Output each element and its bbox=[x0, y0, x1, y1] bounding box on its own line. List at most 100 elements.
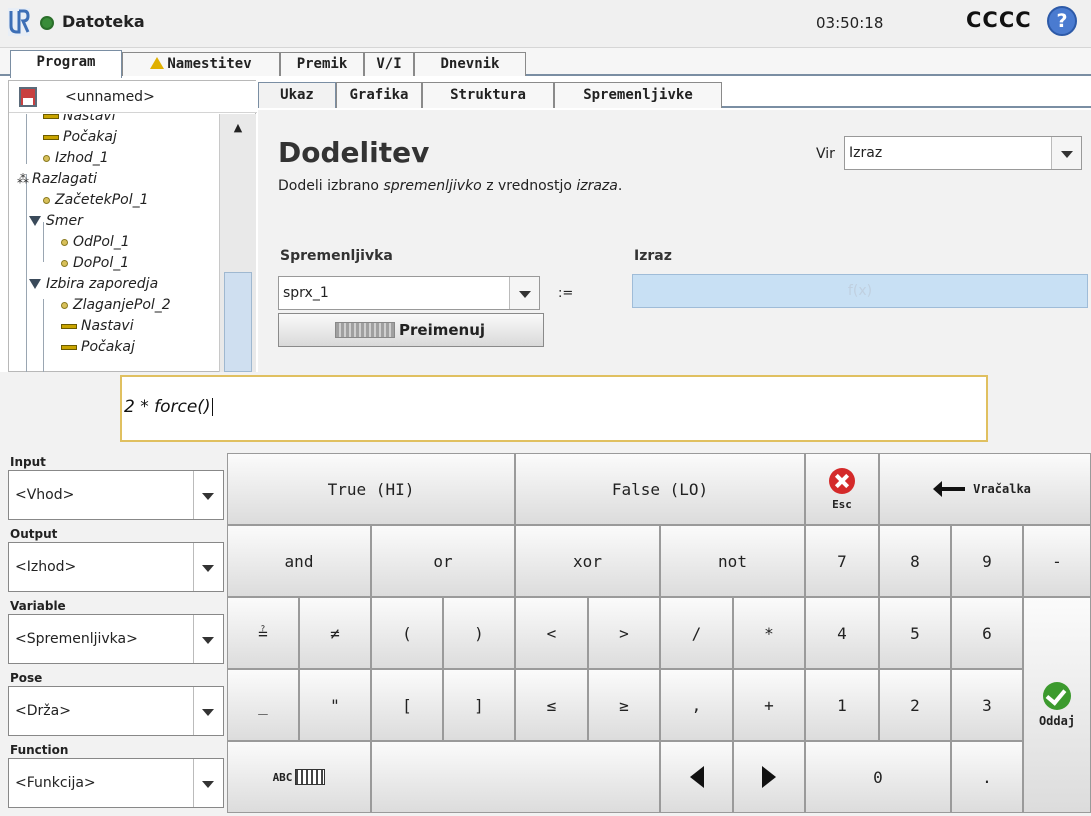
false-key[interactable]: False (LO) bbox=[515, 453, 805, 525]
right-paren-key[interactable]: ) bbox=[443, 597, 515, 669]
esc-key[interactable]: Esc bbox=[805, 453, 879, 525]
cursor-right-key[interactable] bbox=[733, 741, 805, 813]
submit-key[interactable]: Oddaj bbox=[1023, 597, 1091, 813]
greater-than-key[interactable]: > bbox=[588, 597, 660, 669]
tree-item-label: Nastavi bbox=[81, 318, 134, 334]
chevron-down-icon[interactable] bbox=[1051, 137, 1081, 169]
input-select[interactable]: <Vhod> bbox=[8, 470, 224, 520]
save-icon[interactable] bbox=[19, 87, 37, 107]
tree-item-wait[interactable]: Počakaj bbox=[43, 129, 117, 150]
right-bracket-key[interactable]: ] bbox=[443, 669, 515, 741]
greater-equal-key[interactable]: ≥ bbox=[588, 669, 660, 741]
tab-variables[interactable]: Spremenljivke bbox=[554, 82, 722, 108]
left-bracket-key[interactable]: [ bbox=[371, 669, 443, 741]
key-1[interactable]: 1 bbox=[805, 669, 879, 741]
tree-item-waypoint[interactable]: Izhod_1 bbox=[43, 150, 109, 171]
tree-item-start-pos[interactable]: ZačetekPol_1 bbox=[43, 192, 149, 213]
chevron-down-icon[interactable] bbox=[193, 543, 223, 591]
tree-item-from-pos[interactable]: OdPol_1 bbox=[61, 234, 130, 255]
tab-io[interactable]: V/I bbox=[364, 52, 414, 76]
tab-log[interactable]: Dnevnik bbox=[414, 52, 526, 76]
key-9[interactable]: 9 bbox=[951, 525, 1023, 597]
tab-structure[interactable]: Struktura bbox=[422, 82, 554, 108]
function-select[interactable]: <Funkcija> bbox=[8, 758, 224, 808]
underscore-key[interactable]: _ bbox=[227, 669, 299, 741]
source-select[interactable]: Izraz bbox=[844, 136, 1082, 170]
submit-label: Oddaj bbox=[1038, 714, 1076, 728]
left-paren-key[interactable]: ( bbox=[371, 597, 443, 669]
tab-command[interactable]: Ukaz bbox=[258, 82, 336, 108]
dot-key[interactable]: . bbox=[951, 741, 1023, 813]
expression-field[interactable]: f(x) bbox=[632, 274, 1088, 308]
chevron-down-icon[interactable] bbox=[193, 615, 223, 663]
rename-button[interactable]: Preimenuj bbox=[278, 313, 544, 347]
key-3[interactable]: 3 bbox=[951, 669, 1023, 741]
backspace-key[interactable]: Vračalka bbox=[879, 453, 1091, 525]
expression-editor: 2 * force() Input <Vhod> Output <Izhod> … bbox=[0, 372, 1091, 816]
file-menu[interactable]: Datoteka bbox=[62, 12, 145, 31]
tree-item-label: DoPol_1 bbox=[73, 255, 130, 271]
input-select-value: <Vhod> bbox=[15, 487, 75, 503]
less-equal-key[interactable]: ≤ bbox=[515, 669, 588, 741]
comma-key[interactable]: , bbox=[660, 669, 733, 741]
keyboard-icon bbox=[335, 322, 395, 338]
pose-select[interactable]: <Drža> bbox=[8, 686, 224, 736]
close-icon bbox=[829, 467, 855, 494]
key-0[interactable]: 0 bbox=[805, 741, 951, 813]
tree-item-stack-pos[interactable]: ZlaganjePol_2 bbox=[61, 297, 171, 318]
tree-item-set[interactable]: Nastavi bbox=[61, 318, 134, 339]
cursor-left-key[interactable] bbox=[660, 741, 733, 813]
chevron-down-icon[interactable] bbox=[193, 471, 223, 519]
key-7[interactable]: 7 bbox=[805, 525, 879, 597]
not-equal-key[interactable]: ≠ bbox=[299, 597, 371, 669]
true-key[interactable]: True (HI) bbox=[227, 453, 515, 525]
tree-item-set[interactable]: Nastavi bbox=[43, 114, 116, 129]
plus-key[interactable]: + bbox=[733, 669, 805, 741]
divide-key[interactable]: / bbox=[660, 597, 733, 669]
tree-item-label: Nastavi bbox=[63, 114, 116, 124]
variable-select[interactable]: sprx_1 bbox=[278, 276, 540, 310]
output-select-value: <Izhod> bbox=[15, 559, 77, 575]
and-key[interactable]: and bbox=[227, 525, 371, 597]
chevron-down-icon[interactable] bbox=[193, 687, 223, 735]
expression-input[interactable]: 2 * force() bbox=[120, 375, 988, 442]
tab-installation[interactable]: Namestitev bbox=[122, 52, 280, 76]
key-8[interactable]: 8 bbox=[879, 525, 951, 597]
key-5[interactable]: 5 bbox=[879, 597, 951, 669]
program-name: <unnamed> bbox=[65, 89, 155, 105]
warning-icon bbox=[150, 57, 165, 69]
tree-item-to-pos[interactable]: DoPol_1 bbox=[61, 255, 129, 276]
tree-item-direction[interactable]: Smer bbox=[29, 213, 83, 234]
help-icon[interactable]: ? bbox=[1047, 6, 1077, 36]
esc-label: Esc bbox=[832, 497, 852, 511]
equals-key[interactable]: ≟ bbox=[227, 597, 299, 669]
space-key[interactable] bbox=[371, 741, 660, 813]
key-2[interactable]: 2 bbox=[879, 669, 951, 741]
tab-installation-label: Namestitev bbox=[167, 56, 252, 72]
tree-item-palletizing[interactable]: ⁂ Razlagati bbox=[17, 171, 97, 192]
chevron-down-icon[interactable] bbox=[193, 759, 223, 807]
program-header: <unnamed> bbox=[9, 81, 257, 113]
scroll-up-icon[interactable]: ▲ bbox=[220, 114, 256, 142]
multiply-key[interactable]: * bbox=[733, 597, 805, 669]
quote-key[interactable]: " bbox=[299, 669, 371, 741]
tab-move[interactable]: Premik bbox=[280, 52, 364, 76]
tab-program[interactable]: Program bbox=[10, 50, 122, 78]
abc-keyboard-key[interactable]: ABC bbox=[227, 741, 371, 813]
less-than-key[interactable]: < bbox=[515, 597, 588, 669]
minus-key[interactable]: - bbox=[1023, 525, 1091, 597]
key-4[interactable]: 4 bbox=[805, 597, 879, 669]
xor-key[interactable]: xor bbox=[515, 525, 660, 597]
output-select[interactable]: <Izhod> bbox=[8, 542, 224, 592]
chevron-down-icon[interactable] bbox=[509, 277, 539, 309]
tab-graphics[interactable]: Grafika bbox=[336, 82, 422, 108]
not-key[interactable]: not bbox=[660, 525, 805, 597]
tree-scrollbar[interactable]: ▲ bbox=[219, 114, 256, 372]
or-key[interactable]: or bbox=[371, 525, 515, 597]
variable-list-select[interactable]: <Spremenljivka> bbox=[8, 614, 224, 664]
scroll-thumb[interactable] bbox=[224, 272, 252, 372]
tree-item-sequence[interactable]: Izbira zaporedja bbox=[29, 276, 158, 297]
main-tabs: Program Namestitev Premik V/I Dnevnik bbox=[0, 48, 1091, 78]
tree-item-wait[interactable]: Počakaj bbox=[61, 339, 135, 360]
key-6[interactable]: 6 bbox=[951, 597, 1023, 669]
